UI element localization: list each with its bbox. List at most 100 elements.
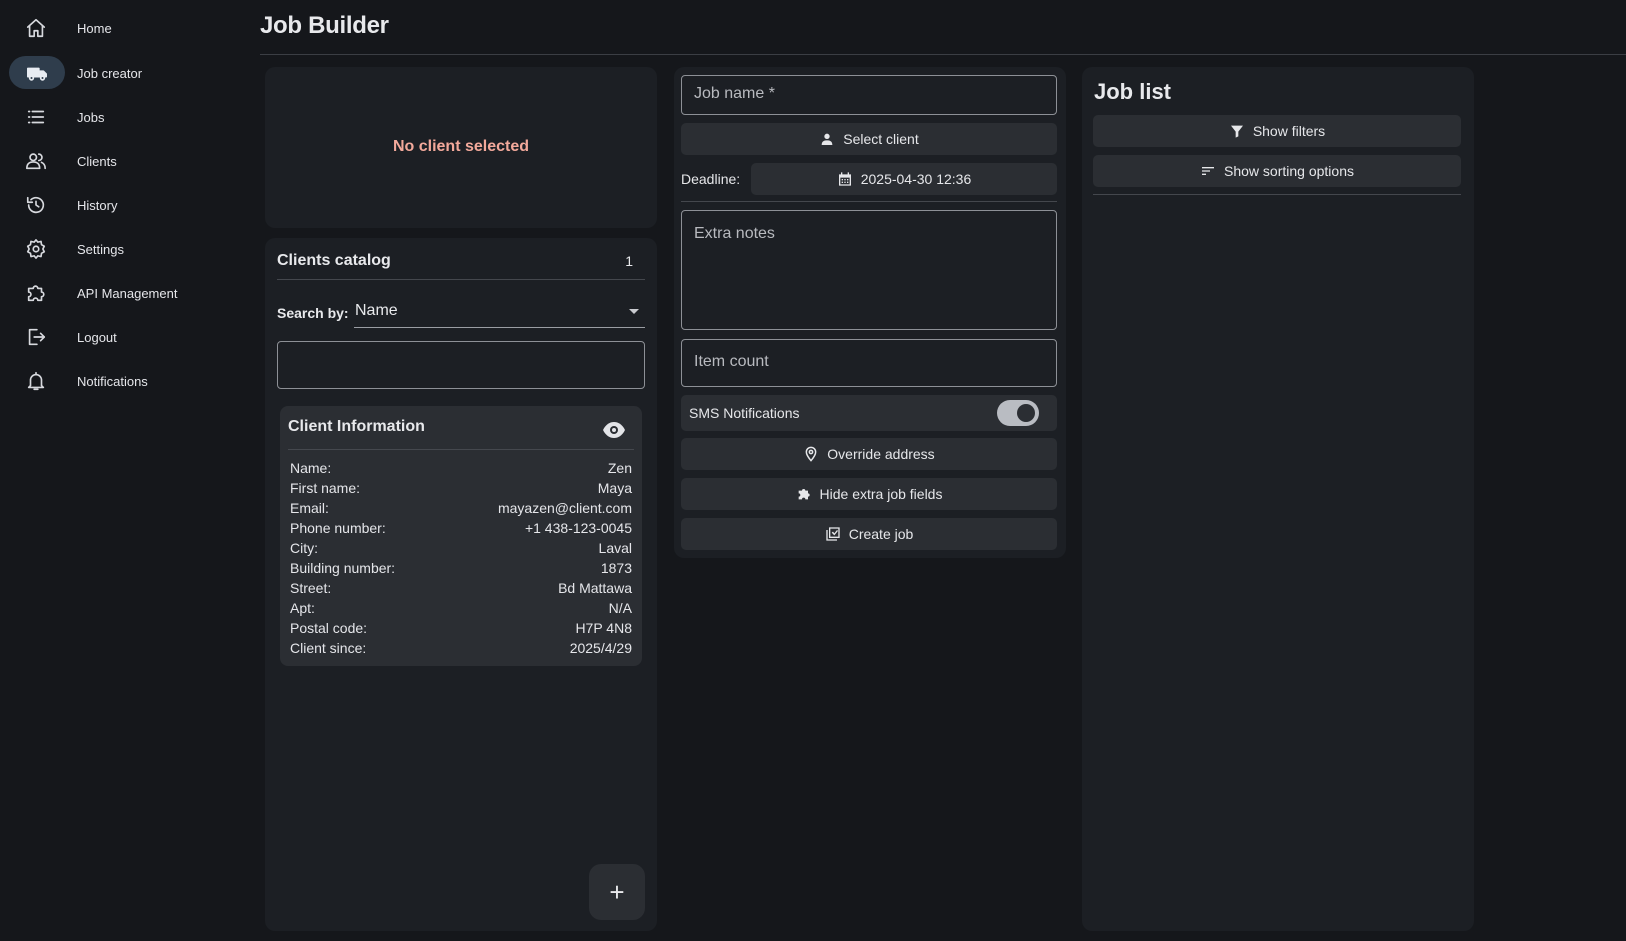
filter-icon bbox=[1230, 125, 1243, 138]
sms-notifications-row: SMS Notifications bbox=[681, 395, 1057, 431]
info-value: Maya bbox=[597, 480, 632, 496]
info-value: H7P 4N8 bbox=[575, 620, 632, 636]
job-list-panel: Job list Show filters Show sorting optio… bbox=[1082, 67, 1474, 931]
sidebar-item-label: Notifications bbox=[77, 373, 148, 389]
toggle-knob bbox=[1017, 404, 1035, 422]
info-key: Email: bbox=[290, 500, 329, 516]
sidebar-item-job-creator[interactable]: Job creator bbox=[0, 55, 250, 91]
sidebar-item-label: Settings bbox=[77, 241, 124, 257]
search-input[interactable] bbox=[277, 341, 645, 389]
page-title: Job Builder bbox=[260, 12, 389, 39]
info-value: +1 438-123-0045 bbox=[524, 520, 632, 536]
info-value: Zen bbox=[607, 460, 632, 476]
sort-icon bbox=[1202, 167, 1215, 175]
create-job-button[interactable]: Create job bbox=[681, 518, 1057, 550]
select-client-label: Select client bbox=[843, 131, 919, 147]
client-info-row: Client since: 2025/4/29 bbox=[290, 640, 632, 660]
logout-icon bbox=[24, 325, 48, 349]
sidebar-item-history[interactable]: History bbox=[0, 187, 250, 223]
client-info-row: Building number: 1873 bbox=[290, 560, 632, 580]
client-info-row: Name: Zen bbox=[290, 460, 632, 480]
search-by-select[interactable]: Name bbox=[354, 296, 645, 328]
sms-notifications-label: SMS Notifications bbox=[689, 405, 800, 421]
search-by-value: Name bbox=[355, 302, 398, 319]
info-key: Client since: bbox=[290, 640, 367, 656]
select-client-button[interactable]: Select client bbox=[681, 123, 1057, 155]
job-list-title: Job list bbox=[1094, 79, 1172, 104]
sidebar-item-label: Clients bbox=[77, 153, 117, 169]
location-pin-icon bbox=[805, 446, 817, 462]
info-key: City: bbox=[290, 540, 318, 556]
deadline-label: Deadline: bbox=[681, 171, 741, 187]
sidebar-item-label: Jobs bbox=[77, 109, 105, 125]
info-key: Street: bbox=[290, 580, 332, 596]
sidebar-item-label: Logout bbox=[77, 329, 117, 345]
sidebar-item-notifications[interactable]: Notifications bbox=[0, 363, 250, 399]
info-key: Apt: bbox=[290, 600, 315, 616]
info-value: N/A bbox=[608, 600, 632, 616]
show-sorting-label: Show sorting options bbox=[1224, 163, 1354, 179]
extra-notes-label: Extra notes bbox=[694, 225, 775, 242]
sidebar-item-clients[interactable]: Clients bbox=[0, 143, 250, 179]
catalog-count: 1 bbox=[625, 253, 633, 269]
eye-icon[interactable] bbox=[602, 418, 626, 442]
client-info-row: Postal code: H7P 4N8 bbox=[290, 620, 632, 640]
person-icon bbox=[821, 133, 833, 145]
gear-icon bbox=[24, 237, 48, 261]
client-info-row: Phone number: +1 438-123-0045 bbox=[290, 520, 632, 540]
clients-catalog-panel: Clients catalog 1 Search by: Name Client… bbox=[265, 238, 657, 931]
client-information-card[interactable]: Client Information Name: Zen First name: M… bbox=[280, 406, 642, 666]
info-key: Building number: bbox=[290, 560, 396, 576]
catalog-title: Clients catalog bbox=[277, 252, 391, 269]
chevron-down-icon bbox=[629, 309, 639, 314]
sidebar-item-jobs[interactable]: Jobs bbox=[0, 99, 250, 135]
sidebar-item-home[interactable]: Home bbox=[0, 10, 250, 46]
info-value: Laval bbox=[598, 540, 632, 556]
search-by-label: Search by: bbox=[277, 305, 349, 321]
job-name-field[interactable]: Job name * bbox=[681, 75, 1057, 115]
override-address-button[interactable]: Override address bbox=[681, 438, 1057, 470]
add-task-icon bbox=[826, 527, 840, 541]
sidebar-item-logout[interactable]: Logout bbox=[0, 319, 250, 355]
hide-extra-fields-button[interactable]: Hide extra job fields bbox=[681, 478, 1057, 510]
job-name-label: Job name * bbox=[694, 85, 775, 102]
info-value: Bd Mattawa bbox=[558, 580, 632, 596]
plus-icon: + bbox=[609, 876, 625, 907]
show-sorting-button[interactable]: Show sorting options bbox=[1093, 155, 1461, 187]
puzzle-icon bbox=[798, 488, 810, 500]
client-info-row: Email: mayazen@client.com bbox=[290, 500, 632, 520]
people-icon bbox=[24, 149, 48, 173]
calendar-icon bbox=[838, 172, 851, 186]
catalog-divider bbox=[277, 279, 645, 280]
info-key: Phone number: bbox=[290, 520, 386, 536]
client-information-title: Client Information bbox=[288, 418, 425, 435]
show-filters-label: Show filters bbox=[1252, 123, 1326, 139]
sidebar-item-label: Job creator bbox=[77, 65, 143, 81]
deadline-value: 2025-04-30 12:36 bbox=[860, 171, 972, 187]
sidebar-item-api-management[interactable]: API Management bbox=[0, 275, 250, 311]
sidebar-item-label: Home bbox=[77, 20, 112, 36]
sms-notifications-toggle[interactable] bbox=[997, 400, 1039, 426]
info-key: First name: bbox=[290, 480, 361, 496]
hide-extra-fields-label: Hide extra job fields bbox=[819, 486, 943, 502]
extra-notes-field[interactable]: Extra notes bbox=[681, 210, 1057, 330]
moving-truck-icon bbox=[9, 56, 65, 89]
deadline-divider bbox=[681, 201, 1057, 202]
client-info-row: City: Laval bbox=[290, 540, 632, 560]
add-client-button[interactable]: + bbox=[589, 864, 645, 920]
info-value: mayazen@client.com bbox=[497, 500, 632, 516]
client-information-divider bbox=[288, 449, 634, 450]
client-info-row: Street: Bd Mattawa bbox=[290, 580, 632, 600]
item-count-field[interactable]: Item count bbox=[681, 339, 1057, 387]
client-info-row: Apt: N/A bbox=[290, 600, 632, 620]
client-info-row: First name: Maya bbox=[290, 480, 632, 500]
bell-icon bbox=[24, 369, 48, 393]
sidebar-item-label: API Management bbox=[77, 285, 178, 301]
show-filters-button[interactable]: Show filters bbox=[1093, 115, 1461, 147]
info-key: Name: bbox=[290, 460, 332, 476]
sidebar-item-settings[interactable]: Settings bbox=[0, 231, 250, 267]
job-form-panel: Job name * Select client Deadline: 2025-… bbox=[674, 67, 1066, 558]
deadline-picker-button[interactable]: 2025-04-30 12:36 bbox=[751, 163, 1057, 195]
info-key: Postal code: bbox=[290, 620, 368, 636]
job-list-divider bbox=[1093, 194, 1461, 195]
